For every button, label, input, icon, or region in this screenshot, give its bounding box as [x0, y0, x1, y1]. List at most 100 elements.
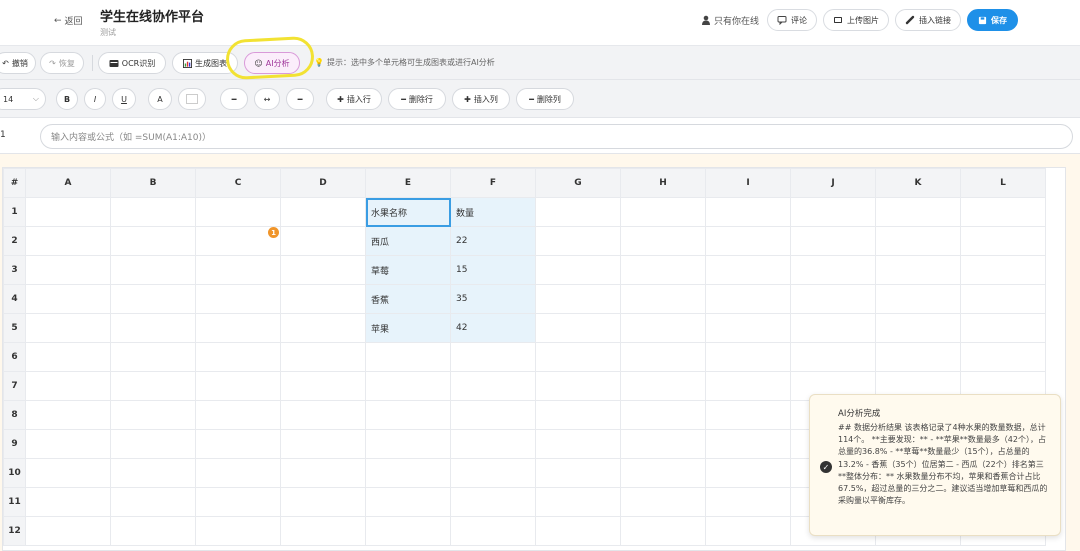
row-header[interactable]: 12: [3, 516, 26, 546]
bold-button[interactable]: B: [56, 88, 78, 110]
insert-column-button[interactable]: ✚ 插入列: [452, 88, 510, 110]
cell-d10[interactable]: [280, 458, 366, 488]
cell-c6[interactable]: [195, 342, 281, 372]
cell-f6[interactable]: [450, 342, 536, 372]
cell-j3[interactable]: [790, 255, 876, 285]
cell-e7[interactable]: [365, 371, 451, 401]
cell-k6[interactable]: [875, 342, 961, 372]
column-header-e[interactable]: E: [365, 168, 451, 198]
cell-j2[interactable]: [790, 226, 876, 256]
cell-g3[interactable]: [535, 255, 621, 285]
undo-button[interactable]: ↶ 撤销: [0, 52, 36, 74]
cell-k1[interactable]: [875, 197, 961, 227]
cell-i10[interactable]: [705, 458, 791, 488]
ocr-button[interactable]: OCR识别: [98, 52, 166, 74]
cell-b2[interactable]: [110, 226, 196, 256]
column-header-l[interactable]: L: [960, 168, 1046, 198]
save-button[interactable]: 保存: [967, 9, 1018, 31]
cell-l5[interactable]: [960, 313, 1046, 343]
cell-e2[interactable]: 西瓜: [365, 226, 451, 256]
cell-k3[interactable]: [875, 255, 961, 285]
cell-e10[interactable]: [365, 458, 451, 488]
cell-f1[interactable]: 数量: [450, 197, 536, 227]
column-header-a[interactable]: A: [25, 168, 111, 198]
cell-j1[interactable]: [790, 197, 876, 227]
row-header[interactable]: 5: [3, 313, 26, 343]
cell-k5[interactable]: [875, 313, 961, 343]
cell-b1[interactable]: [110, 197, 196, 227]
insert-link-button[interactable]: 插入链接: [895, 9, 961, 31]
cell-h11[interactable]: [620, 487, 706, 517]
row-header[interactable]: 10: [3, 458, 26, 488]
cell-c7[interactable]: [195, 371, 281, 401]
cell-c9[interactable]: [195, 429, 281, 459]
cell-i4[interactable]: [705, 284, 791, 314]
cell-h8[interactable]: [620, 400, 706, 430]
cell-f7[interactable]: [450, 371, 536, 401]
cell-b5[interactable]: [110, 313, 196, 343]
cell-f4[interactable]: 35: [450, 284, 536, 314]
column-header-c[interactable]: C: [195, 168, 281, 198]
cell-h7[interactable]: [620, 371, 706, 401]
cell-c3[interactable]: [195, 255, 281, 285]
cell-e3[interactable]: 草莓: [365, 255, 451, 285]
cell-i2[interactable]: [705, 226, 791, 256]
cell-a2[interactable]: [25, 226, 111, 256]
cell-g12[interactable]: [535, 516, 621, 546]
cell-g11[interactable]: [535, 487, 621, 517]
cell-d1[interactable]: [280, 197, 366, 227]
cell-l6[interactable]: [960, 342, 1046, 372]
row-header[interactable]: 8: [3, 400, 26, 430]
cell-h10[interactable]: [620, 458, 706, 488]
cell-h2[interactable]: [620, 226, 706, 256]
cell-a4[interactable]: [25, 284, 111, 314]
align-center-button[interactable]: ↔: [254, 88, 280, 110]
redo-button[interactable]: ↷ 恢复: [40, 52, 84, 74]
cell-h1[interactable]: [620, 197, 706, 227]
cell-g4[interactable]: [535, 284, 621, 314]
cell-e1[interactable]: 水果名称: [365, 197, 451, 227]
row-header[interactable]: 3: [3, 255, 26, 285]
cell-f9[interactable]: [450, 429, 536, 459]
cell-h3[interactable]: [620, 255, 706, 285]
cell-c12[interactable]: [195, 516, 281, 546]
cell-i12[interactable]: [705, 516, 791, 546]
cell-c10[interactable]: [195, 458, 281, 488]
cell-h12[interactable]: [620, 516, 706, 546]
column-header-j[interactable]: J: [790, 168, 876, 198]
cell-h6[interactable]: [620, 342, 706, 372]
cell-b4[interactable]: [110, 284, 196, 314]
cell-d6[interactable]: [280, 342, 366, 372]
cell-i9[interactable]: [705, 429, 791, 459]
cell-l2[interactable]: [960, 226, 1046, 256]
row-header[interactable]: 2: [3, 226, 26, 256]
cell-a9[interactable]: [25, 429, 111, 459]
cell-d4[interactable]: [280, 284, 366, 314]
row-header[interactable]: 1: [3, 197, 26, 227]
font-color-button[interactable]: A: [148, 88, 172, 110]
cell-e8[interactable]: [365, 400, 451, 430]
cell-j6[interactable]: [790, 342, 876, 372]
back-button[interactable]: ← 返回: [54, 14, 83, 28]
cell-f2[interactable]: 22: [450, 226, 536, 256]
column-header-d[interactable]: D: [280, 168, 366, 198]
cell-g2[interactable]: [535, 226, 621, 256]
cell-a1[interactable]: [25, 197, 111, 227]
row-header[interactable]: 4: [3, 284, 26, 314]
cell-d11[interactable]: [280, 487, 366, 517]
cell-g9[interactable]: [535, 429, 621, 459]
cell-e5[interactable]: 苹果: [365, 313, 451, 343]
cell-i7[interactable]: [705, 371, 791, 401]
cell-i1[interactable]: [705, 197, 791, 227]
cell-g7[interactable]: [535, 371, 621, 401]
row-header[interactable]: 6: [3, 342, 26, 372]
cell-a10[interactable]: [25, 458, 111, 488]
cell-a11[interactable]: [25, 487, 111, 517]
cell-e11[interactable]: [365, 487, 451, 517]
column-header-k[interactable]: K: [875, 168, 961, 198]
delete-column-button[interactable]: ━ 删除列: [516, 88, 574, 110]
cell-b12[interactable]: [110, 516, 196, 546]
cell-h4[interactable]: [620, 284, 706, 314]
row-header[interactable]: 7: [3, 371, 26, 401]
cell-b3[interactable]: [110, 255, 196, 285]
